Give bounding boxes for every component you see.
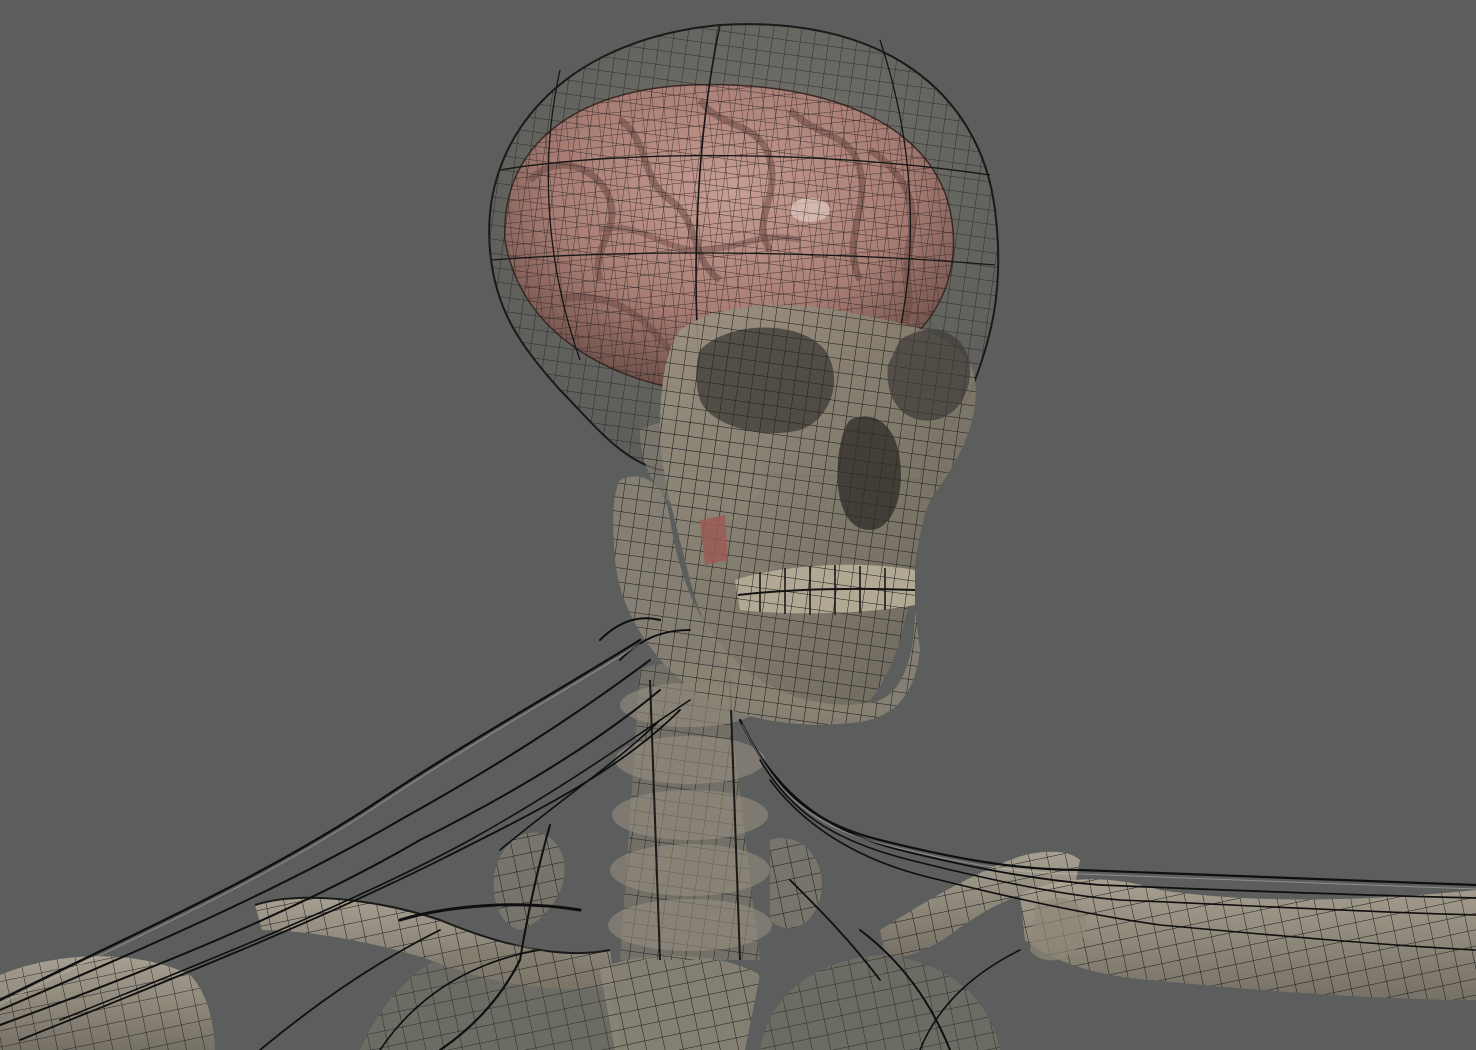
sternum [600,955,760,1050]
nasal-cavity [837,416,901,530]
muscle-accent [700,515,728,565]
render-viewport [0,0,1476,1050]
anatomy-render [0,0,1476,1050]
